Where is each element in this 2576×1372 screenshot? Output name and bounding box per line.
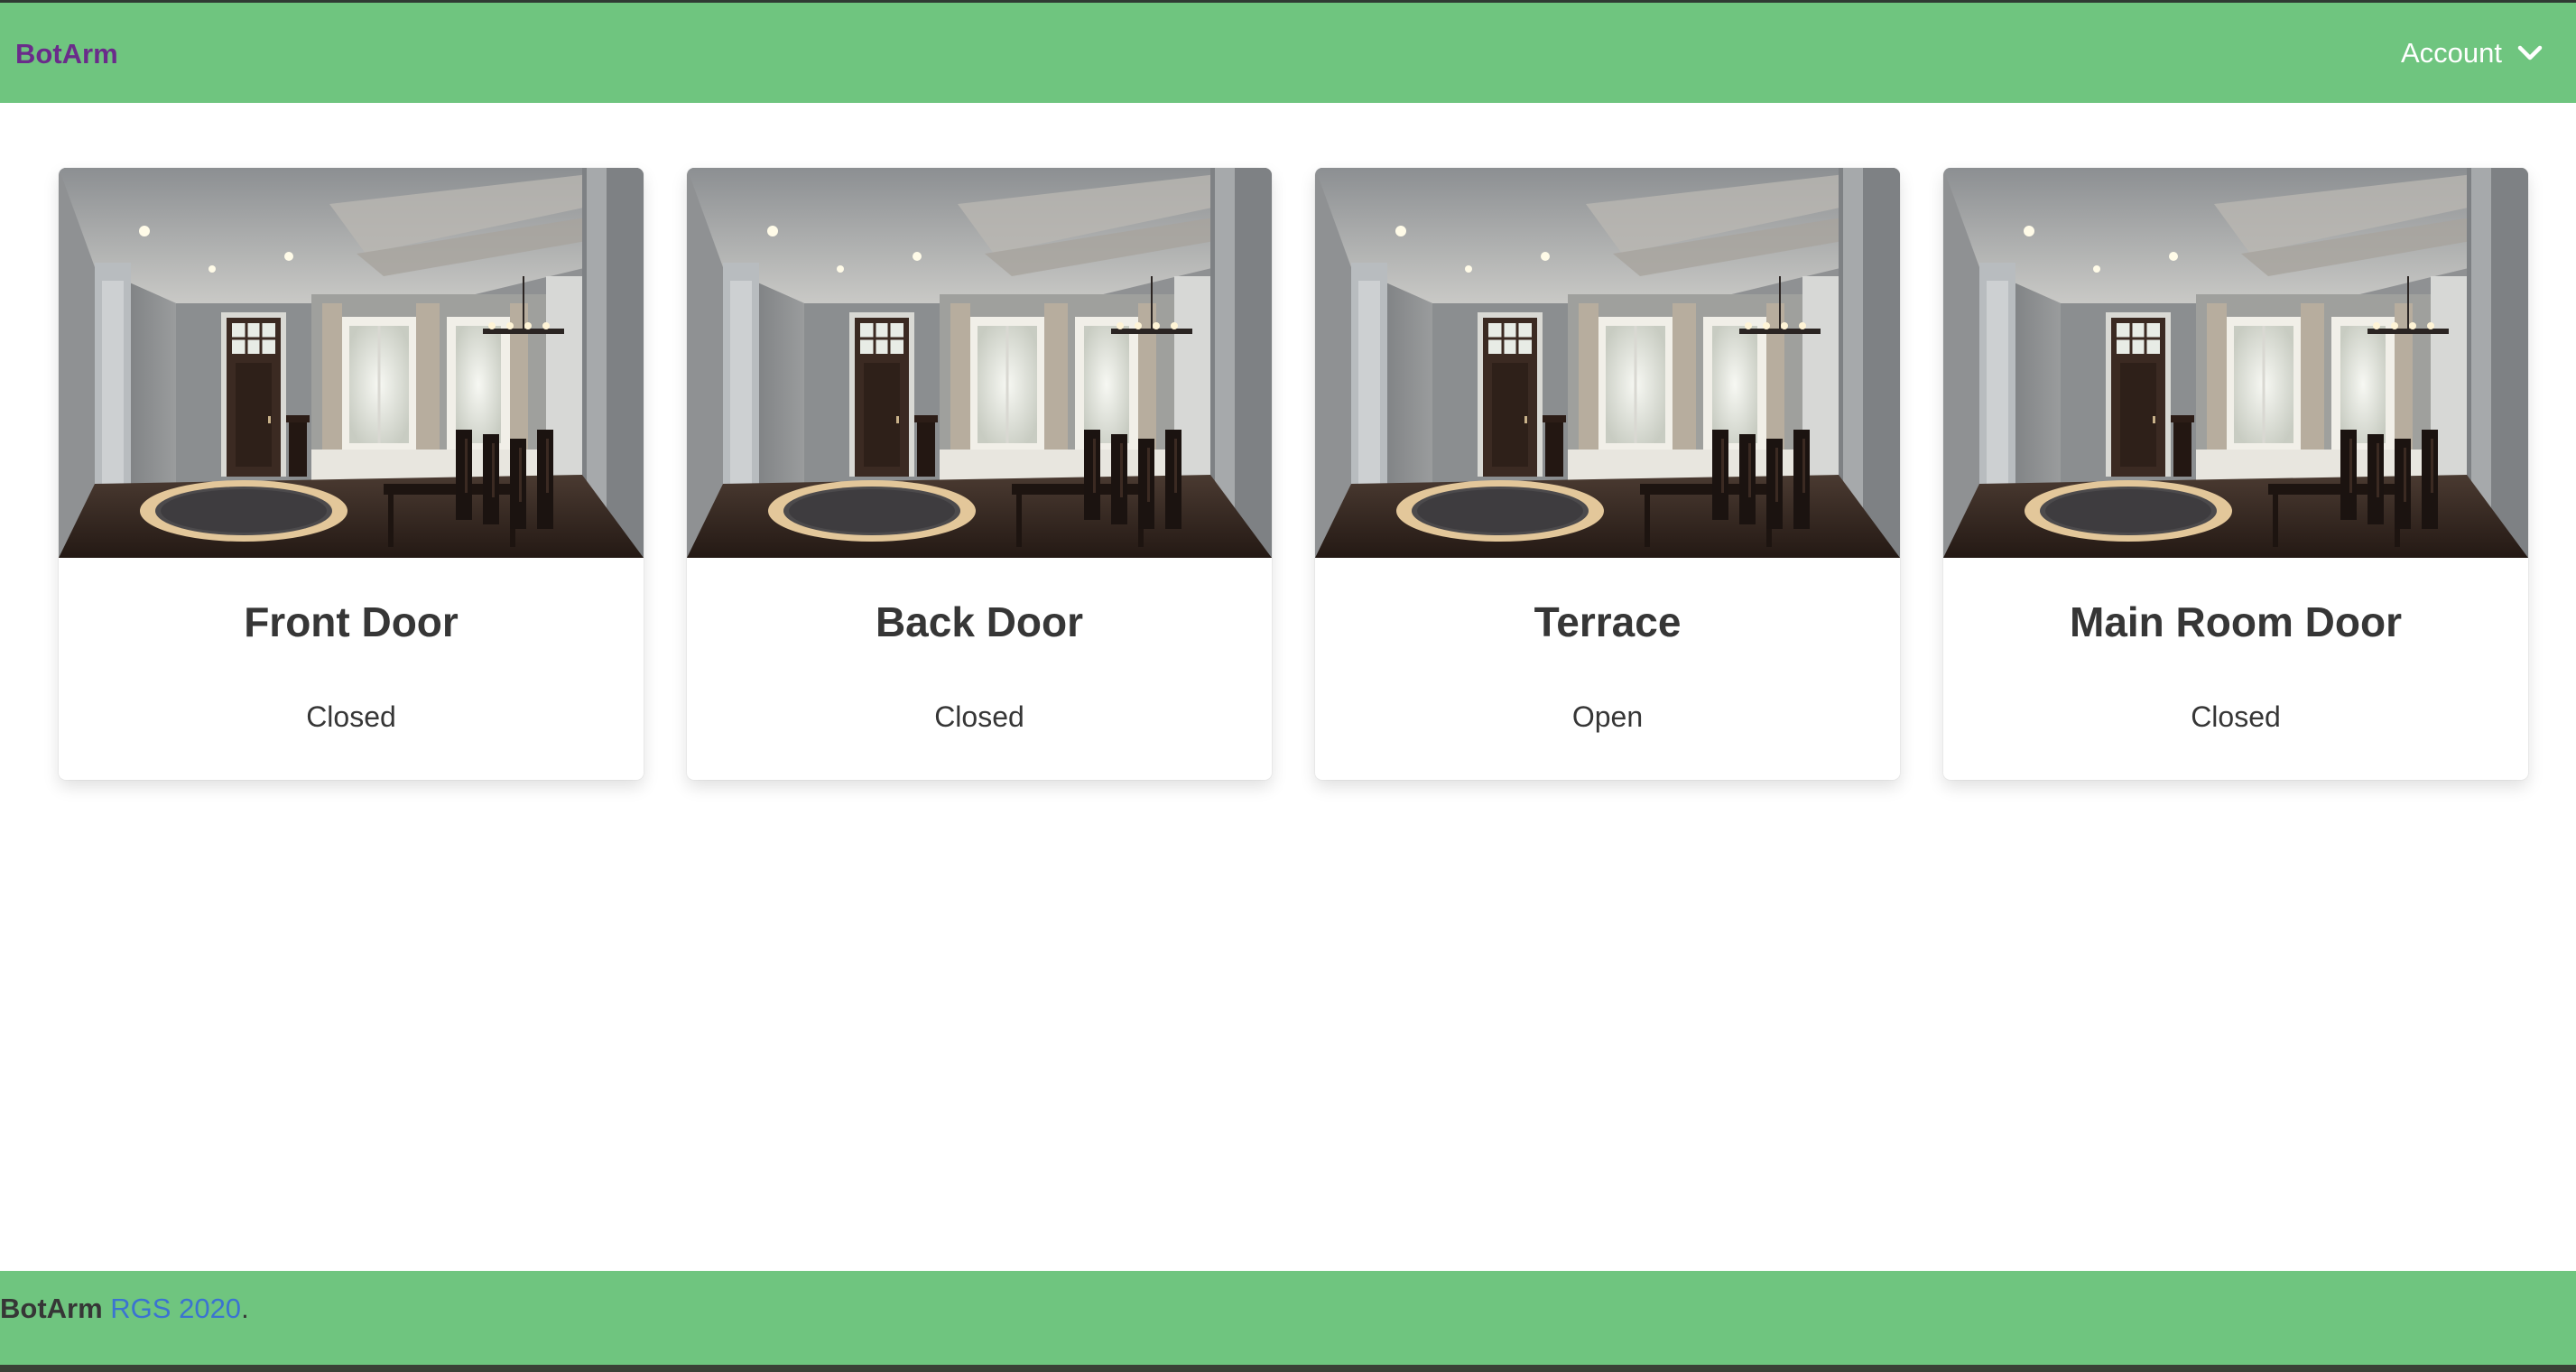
door-status: Closed — [934, 700, 1024, 733]
window-bottom-edge — [0, 1365, 2576, 1372]
account-label: Account — [2400, 36, 2502, 69]
door-name: Back Door — [875, 598, 1084, 645]
footer: BotArm RGS 2020. — [0, 1271, 2576, 1365]
footer-link[interactable]: RGS 2020 — [110, 1293, 241, 1324]
footer-suffix: . — [241, 1293, 249, 1324]
door-card-main-room-door[interactable]: Main Room Door Closed — [1943, 168, 2528, 780]
door-name: Main Room Door — [2070, 598, 2402, 645]
account-dropdown[interactable]: Account — [2401, 3, 2544, 103]
footer-credit: BotArm RGS 2020. — [0, 1293, 249, 1325]
door-photo — [687, 168, 1272, 558]
door-status: Closed — [306, 700, 396, 733]
door-photo — [1943, 168, 2528, 558]
door-card-terrace[interactable]: Terrace Open — [1315, 168, 1900, 780]
brand-link[interactable]: BotArm — [15, 3, 118, 103]
door-card-back-door[interactable]: Back Door Closed — [687, 168, 1272, 780]
door-status: Closed — [2191, 700, 2281, 733]
navbar: BotArm Account — [0, 3, 2576, 103]
chevron-down-icon — [2517, 45, 2543, 60]
door-photo — [59, 168, 644, 558]
door-photo — [1315, 168, 1900, 558]
footer-brand: BotArm — [0, 1293, 103, 1324]
door-name: Terrace — [1534, 598, 1682, 645]
door-card-front-door[interactable]: Front Door Closed — [59, 168, 644, 780]
door-status: Open — [1571, 700, 1644, 733]
door-name: Front Door — [244, 598, 459, 645]
